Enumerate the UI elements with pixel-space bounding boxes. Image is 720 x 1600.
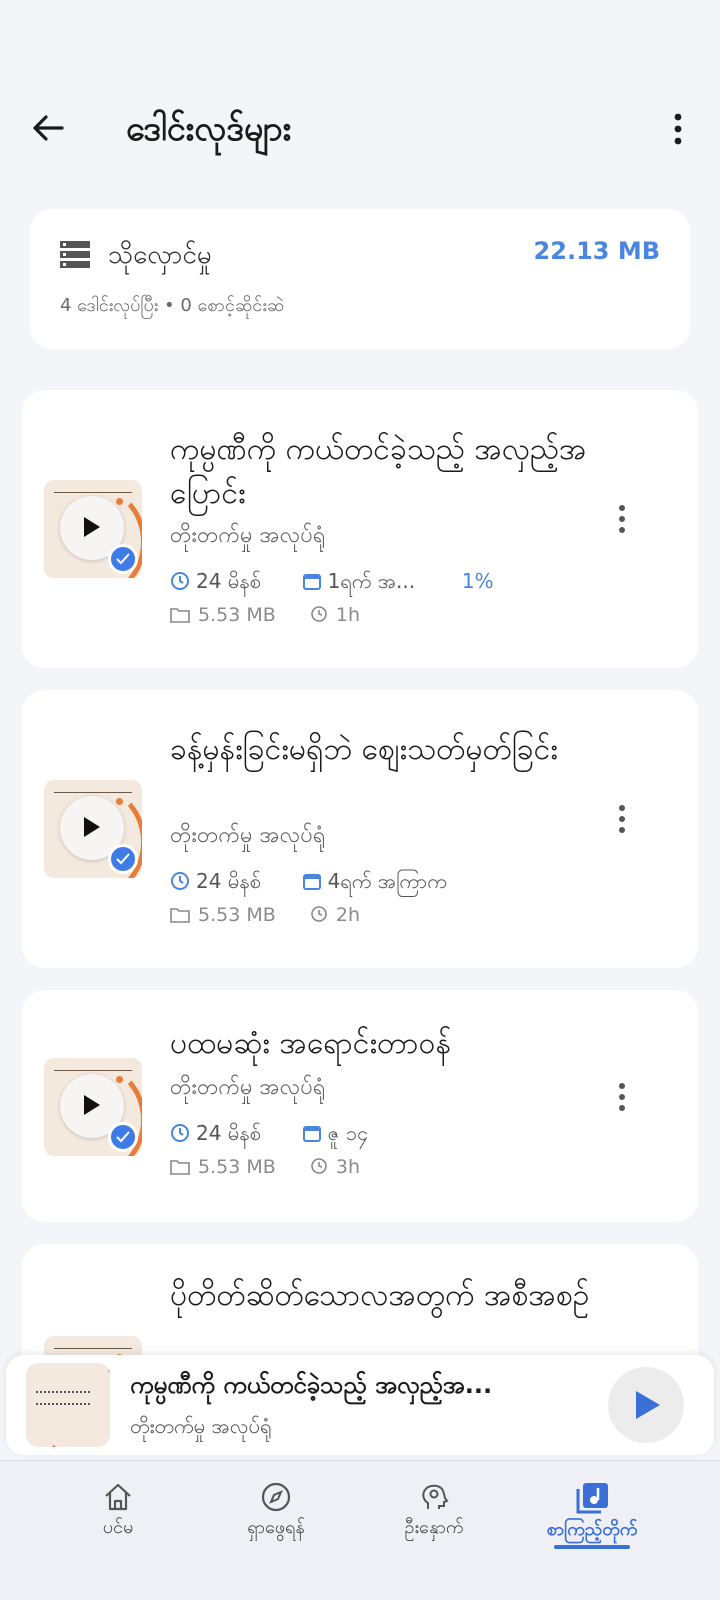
play-icon bbox=[84, 817, 100, 837]
episode-date: 4ရက် အကြာက bbox=[327, 869, 447, 893]
mini-player-artwork bbox=[26, 1363, 110, 1447]
check-icon bbox=[116, 853, 130, 865]
downloaded-badge bbox=[108, 1122, 138, 1152]
library-music-icon bbox=[576, 1483, 608, 1514]
episode-duration: 24 မိနစ် bbox=[196, 569, 261, 593]
downloaded-badge bbox=[108, 844, 138, 874]
play-icon bbox=[84, 517, 100, 537]
overflow-menu-button[interactable] bbox=[664, 112, 692, 148]
episode-duration: 24 မိနစ် bbox=[196, 1121, 261, 1145]
episode-date: ဇူ ၁၄ bbox=[327, 1121, 369, 1145]
nav-home-label: ပင်မ bbox=[102, 1517, 134, 1538]
top-app-bar: ဒေါင်းလုဒ်များ bbox=[0, 88, 720, 168]
clock-icon bbox=[171, 872, 189, 890]
check-icon bbox=[116, 1131, 130, 1143]
calendar-icon bbox=[302, 1126, 321, 1142]
nav-library-label: စာကြည့်တိုက် bbox=[546, 1519, 638, 1540]
page-title: ဒေါင်းလုဒ်များ bbox=[126, 109, 292, 149]
clock-icon bbox=[171, 1124, 189, 1142]
nav-home[interactable]: ပင်မ bbox=[38, 1481, 198, 1542]
episode-file-size: 5.53 MB bbox=[198, 904, 276, 926]
storage-size: 22.13 MB bbox=[533, 237, 660, 265]
episode-age: 2h bbox=[335, 904, 361, 926]
episode-file-meta: 5.53 MB 1h bbox=[170, 604, 360, 626]
storage-subtitle: 4 ဒေါင်းလုပ်ပြီး • 0 စောင့်ဆိုင်းဆဲ bbox=[60, 295, 285, 316]
episode-duration: 24 မိနစ် bbox=[196, 869, 261, 893]
nav-mindset[interactable]: ဦးနှောက် bbox=[354, 1481, 514, 1542]
nav-explore-label: ရှာဖွေရန် bbox=[247, 1517, 305, 1538]
episode-title: ပိုတိတ်ဆိတ်သောလအတွက် အစီအစဉ် bbox=[170, 1278, 590, 1313]
downloaded-badge bbox=[108, 544, 138, 574]
episode-file-meta: 5.53 MB 3h bbox=[170, 1156, 360, 1178]
nav-explore[interactable]: ရှာဖွေရန် bbox=[196, 1481, 356, 1542]
episode-card[interactable]: ကုမ္ပဏီကို ကယ်တင်ခဲ့သည့် အလှည့်အပြောင်း … bbox=[22, 390, 698, 668]
episode-title: ပထမဆုံး အရောင်းတာဝန် bbox=[170, 1026, 451, 1061]
clock-icon bbox=[311, 606, 327, 622]
clock-icon bbox=[311, 1158, 327, 1174]
more-vert-icon bbox=[674, 113, 682, 145]
episode-age: 3h bbox=[335, 1156, 361, 1178]
mini-player-play-button[interactable] bbox=[608, 1367, 684, 1443]
episode-meta: 24 မိနစ် ဇူ ၁၄ bbox=[170, 1120, 368, 1150]
episode-menu-button[interactable] bbox=[612, 802, 632, 836]
episode-age: 1h bbox=[335, 604, 361, 626]
folder-icon bbox=[170, 608, 190, 623]
episode-author: တိုးတက်မှု အလုပ်ရုံ bbox=[170, 1075, 326, 1100]
nav-mindset-label: ဦးနှောက် bbox=[404, 1517, 464, 1538]
check-icon bbox=[116, 553, 130, 565]
play-icon bbox=[84, 1095, 100, 1115]
mini-player-title: ကုမ္ပဏီကို ကယ်တင်ခဲ့သည့် အလှည့်အ... bbox=[130, 1371, 493, 1399]
episode-menu-button[interactable] bbox=[612, 502, 632, 536]
storage-icon bbox=[60, 241, 90, 268]
mini-player-author: တိုးတက်မှု အလုပ်ရုံ bbox=[130, 1414, 272, 1438]
clock-icon bbox=[171, 572, 189, 590]
bottom-navigation: ပင်မ ရှာဖွေရန် ဦးနှောက် စာကြည့်တိုက် bbox=[0, 1460, 720, 1600]
episode-title: ခန့်မှန်းခြင်းမရှိဘဲ စျေးသတ်မှတ်ခြင်း bbox=[170, 732, 558, 767]
episode-date: 1ရက် အ... bbox=[327, 569, 416, 593]
more-vert-icon bbox=[619, 805, 625, 833]
clock-icon bbox=[311, 906, 327, 922]
compass-icon bbox=[261, 1482, 291, 1512]
episode-progress: 1% bbox=[461, 569, 494, 593]
brain-head-icon bbox=[422, 1484, 449, 1509]
home-icon bbox=[105, 1483, 131, 1511]
episode-card[interactable]: ခန့်မှန်းခြင်းမရှိဘဲ စျေးသတ်မှတ်ခြင်း တိ… bbox=[22, 690, 698, 968]
episode-card[interactable]: ပထမဆုံး အရောင်းတာဝန် တိုးတက်မှု အလုပ်ရုံ… bbox=[22, 990, 698, 1222]
episode-meta: 24 မိနစ် 4ရက် အကြာက bbox=[170, 868, 447, 898]
episode-file-size: 5.53 MB bbox=[198, 604, 276, 626]
folder-icon bbox=[170, 1160, 190, 1175]
active-tab-indicator bbox=[554, 1545, 630, 1549]
storage-title: သိုလှောင်မှု bbox=[108, 240, 212, 270]
calendar-icon bbox=[302, 574, 321, 590]
arrow-left-icon bbox=[33, 115, 64, 141]
more-vert-icon bbox=[619, 505, 625, 533]
calendar-icon bbox=[302, 874, 321, 890]
episode-file-meta: 5.53 MB 2h bbox=[170, 904, 360, 926]
episode-file-size: 5.53 MB bbox=[198, 1156, 276, 1178]
episode-author: တိုးတက်မှု အလုပ်ရုံ bbox=[170, 523, 326, 548]
play-icon bbox=[636, 1391, 660, 1419]
back-button[interactable] bbox=[28, 108, 68, 148]
folder-icon bbox=[170, 908, 190, 923]
episode-title: ကုမ္ပဏီကို ကယ်တင်ခဲ့သည့် အလှည့်အပြောင်း bbox=[170, 432, 587, 511]
episode-menu-button[interactable] bbox=[612, 1080, 632, 1114]
episode-author: တိုးတက်မှု အလုပ်ရုံ bbox=[170, 823, 326, 848]
nav-library[interactable]: စာကြည့်တိုက် bbox=[512, 1481, 672, 1549]
more-vert-icon bbox=[619, 1083, 625, 1111]
episode-meta: 24 မိနစ် 1ရက် အ... 1% bbox=[170, 568, 494, 598]
storage-summary-card: သိုလှောင်မှု 22.13 MB 4 ဒေါင်းလုပ်ပြီး •… bbox=[30, 209, 690, 349]
mini-player[interactable]: ကုမ္ပဏီကို ကယ်တင်ခဲ့သည့် အလှည့်အ... တိုး… bbox=[6, 1355, 714, 1455]
